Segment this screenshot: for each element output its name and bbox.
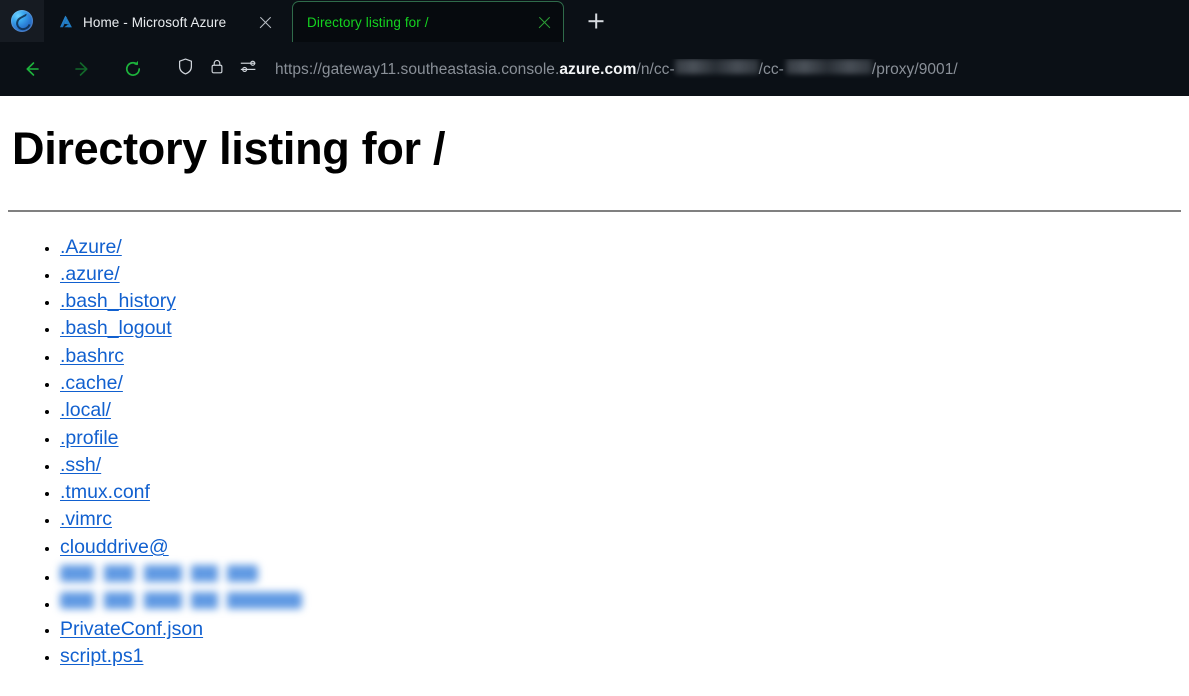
tab-title: Home - Microsoft Azure [83,14,227,30]
directory-entry-link[interactable]: .vimrc [60,508,112,530]
list-item: .azure/ [60,261,1181,288]
list-item: .tmux.conf [60,479,1181,506]
url-path-part-2: /cc- [758,61,784,78]
list-item: .bash_logout [60,315,1181,342]
directory-entry-link[interactable]: .bash_history [60,290,176,312]
list-item-redacted [60,588,1181,615]
directory-entry-link[interactable]: clouddrive@ [60,536,169,558]
url-domain: azure.com [559,61,637,78]
list-item: .bashrc [60,343,1181,370]
directory-entry-link[interactable]: .bashrc [60,345,124,367]
url-path-part-1: /n/cc- [636,61,675,78]
back-button[interactable] [13,50,51,88]
page-content: Directory listing for / .Azure/ .azure/ … [0,96,1189,696]
list-item: PrivateConf.json [60,616,1181,643]
firefox-logo-icon [11,10,33,32]
list-item: .ssh/ [60,452,1181,479]
directory-entry-link[interactable]: .local/ [60,399,111,421]
padlock-icon[interactable] [208,57,226,81]
tab-directory-listing[interactable]: Directory listing for / [292,1,564,42]
page-title: Directory listing for / [12,123,446,174]
reload-icon [125,60,141,76]
list-item: .cache/ [60,370,1181,397]
top-divider [8,209,1181,212]
url-redacted-segment-1 [674,59,759,74]
list-item-redacted [60,561,1181,588]
url-redacted-segment-2 [785,59,872,74]
permissions-sliders-icon[interactable] [239,58,259,80]
tab-list: Home - Microsoft Azure Directory listing… [44,0,1189,42]
browser-window: Home - Microsoft Azure Directory listing… [0,0,1189,96]
list-item: script.ps1 [60,643,1181,670]
directory-entry-link[interactable]: .tmux.conf [60,481,150,503]
redacted-entry-blob [60,565,258,583]
tab-home-microsoft-azure[interactable]: Home - Microsoft Azure [44,2,284,42]
directory-entry-link[interactable]: script.ps1 [60,645,143,667]
url-prefix: https://gateway11.southeastasia.console. [275,61,560,78]
directory-entry-link[interactable]: .cache/ [60,372,123,394]
url-path-part-3: /proxy/9001/ [871,61,958,78]
close-icon[interactable] [257,14,274,31]
tab-title: Directory listing for / [307,14,429,30]
back-arrow-icon [26,62,39,76]
close-icon[interactable] [536,14,553,31]
navigation-toolbar: https://gateway11.southeastasia.console.… [0,42,1189,96]
new-tab-button[interactable] [578,3,614,39]
directory-entry-link[interactable]: .profile [60,427,119,449]
list-item: .bash_history [60,288,1181,315]
directory-entry-link[interactable]: .Azure/ [60,236,122,258]
directory-entry-link[interactable]: .azure/ [60,263,120,285]
list-item: clouddrive@ [60,534,1181,561]
list-item: .vimrc [60,506,1181,533]
directory-listing: .Azure/ .azure/ .bash_history .bash_logo… [8,234,1181,671]
url-bar[interactable]: https://gateway11.southeastasia.console.… [176,50,1175,88]
url-bar-icons [176,57,275,81]
directory-entry-link[interactable]: .bash_logout [60,317,172,339]
reload-button[interactable] [114,50,152,88]
shield-icon[interactable] [176,57,195,81]
url-text[interactable]: https://gateway11.southeastasia.console.… [275,59,958,79]
list-item: .profile [60,425,1181,452]
firefox-app-button[interactable] [0,0,44,42]
directory-entry-link[interactable]: .ssh/ [60,454,101,476]
azure-logo-icon [58,14,74,30]
forward-button[interactable] [63,50,101,88]
redacted-entry-blob [60,592,302,610]
list-item: .local/ [60,397,1181,424]
tab-strip: Home - Microsoft Azure Directory listing… [0,0,1189,42]
list-item: .Azure/ [60,234,1181,261]
forward-arrow-icon [75,62,88,76]
directory-entry-link[interactable]: PrivateConf.json [60,618,203,640]
